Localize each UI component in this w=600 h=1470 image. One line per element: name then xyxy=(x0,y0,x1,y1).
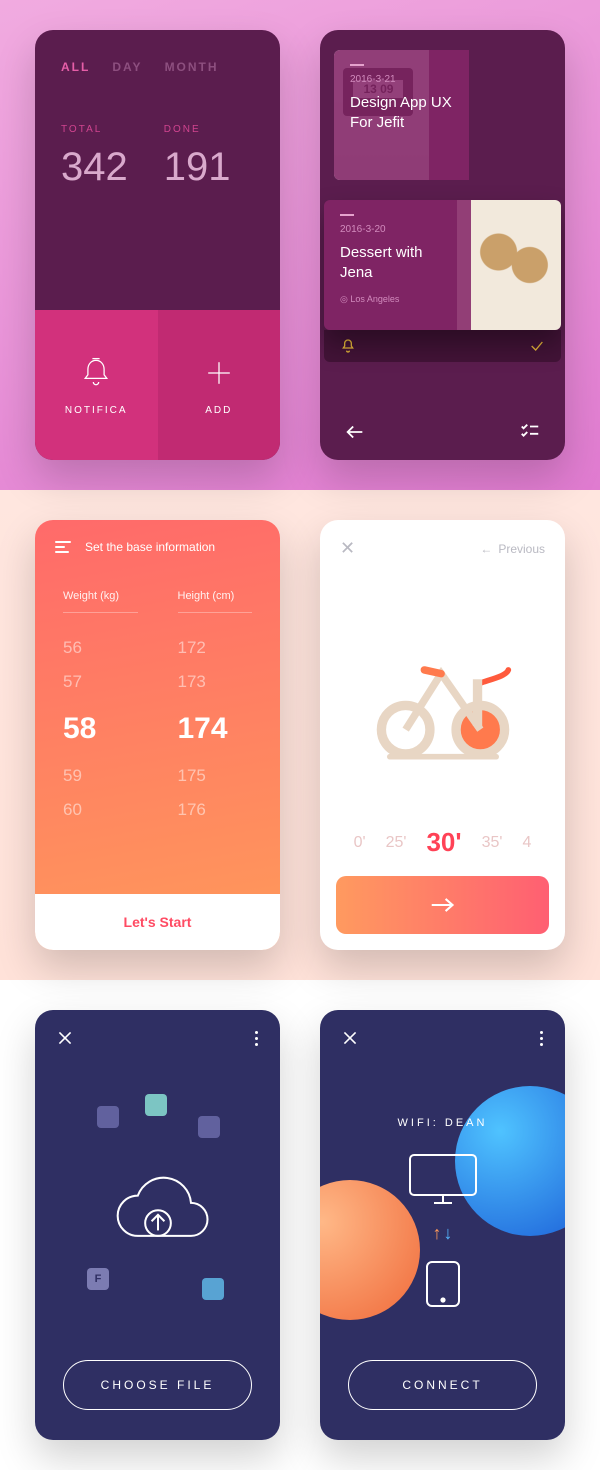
duration-selected[interactable]: 30' xyxy=(426,827,461,858)
more-icon[interactable] xyxy=(255,1031,258,1046)
bell-icon[interactable] xyxy=(340,338,356,354)
connect-button[interactable]: CONNECT xyxy=(348,1360,537,1410)
stat-done: DONE 191 xyxy=(164,124,231,190)
stats-card: ALL DAY MONTH TOTAL 342 DONE 191 NOTIFIC… xyxy=(35,30,280,460)
task-date: 2016-3-21 xyxy=(350,74,453,85)
height-selected[interactable]: 174 xyxy=(178,699,253,759)
height-option[interactable]: 175 xyxy=(178,759,253,793)
arrow-right-icon xyxy=(430,896,456,914)
weight-option[interactable]: 57 xyxy=(63,665,138,699)
task-title: Dessert with Jena xyxy=(340,243,455,284)
connect-card: WIFI: DEAN ↑↓ CONNECT xyxy=(320,1010,565,1440)
duration-option[interactable]: 0' xyxy=(354,834,366,852)
checklist-icon[interactable] xyxy=(519,421,541,443)
start-button[interactable]: Let's Start xyxy=(35,894,280,950)
task-thumbnail xyxy=(457,200,561,330)
bell-icon xyxy=(78,355,114,391)
back-icon[interactable] xyxy=(344,421,366,443)
weight-option[interactable]: 59 xyxy=(63,759,138,793)
stat-total: TOTAL 342 xyxy=(61,124,128,190)
file-tile-icon: F xyxy=(87,1268,109,1290)
add-button[interactable]: ADD xyxy=(158,310,281,460)
add-label: ADD xyxy=(205,405,232,416)
stat-done-label: DONE xyxy=(164,124,231,135)
more-icon[interactable] xyxy=(540,1031,543,1046)
duration-option[interactable]: 35' xyxy=(482,834,503,852)
stat-total-label: TOTAL xyxy=(61,124,128,135)
task-item[interactable]: 2016-3-21 Design App UX For Jefit xyxy=(334,50,551,180)
height-label: Height (cm) xyxy=(178,590,253,613)
notifications-label: NOTIFICA xyxy=(65,405,128,416)
file-tile-icon xyxy=(198,1116,220,1138)
card-title: Set the base information xyxy=(85,540,215,554)
file-tile-icon xyxy=(202,1278,224,1300)
upload-card: F CHOOSE FILE xyxy=(35,1010,280,1440)
duration-option[interactable]: 4 xyxy=(522,834,531,852)
close-icon[interactable]: ✕ xyxy=(340,538,355,559)
weight-option[interactable]: 56 xyxy=(63,631,138,665)
check-icon[interactable] xyxy=(529,338,545,354)
tab-day[interactable]: DAY xyxy=(112,60,142,74)
monitor-icon xyxy=(404,1149,482,1209)
tasks-card: 2016-3-21 Design App UX For Jefit 2016-3… xyxy=(320,30,565,460)
tablet-icon xyxy=(423,1258,463,1310)
duration-option[interactable]: 25' xyxy=(386,834,407,852)
file-tile-icon xyxy=(97,1106,119,1128)
wifi-label: WIFI: DEAN xyxy=(398,1117,488,1129)
previous-button[interactable]: ← Previous xyxy=(480,542,545,556)
task-item[interactable]: 2016-3-20 Dessert with Jena ◎ Los Angele… xyxy=(324,200,561,330)
workout-card: ✕ ← Previous 0' 25' 30' 35' 4 xyxy=(320,520,565,950)
weight-label: Weight (kg) xyxy=(63,590,138,613)
tab-all[interactable]: ALL xyxy=(61,60,90,74)
next-button[interactable] xyxy=(336,876,549,934)
weight-option[interactable]: 60 xyxy=(63,793,138,827)
cloud-upload-icon xyxy=(103,1168,213,1258)
stat-done-value: 191 xyxy=(164,145,231,190)
menu-icon[interactable] xyxy=(55,541,71,553)
task-action-bar xyxy=(324,330,561,362)
weight-selected[interactable]: 58 xyxy=(63,699,138,759)
bike-illustration xyxy=(320,577,565,817)
range-tabs: ALL DAY MONTH xyxy=(35,30,280,84)
weight-picker[interactable]: Weight (kg) 56 57 58 59 60 xyxy=(63,590,138,827)
height-picker[interactable]: Height (cm) 172 173 174 175 176 xyxy=(178,590,253,827)
plus-icon xyxy=(201,355,237,391)
task-location: ◎ Los Angeles xyxy=(340,294,455,305)
notifications-button[interactable]: NOTIFICA xyxy=(35,310,158,460)
close-icon[interactable] xyxy=(57,1030,73,1046)
stat-total-value: 342 xyxy=(61,145,128,190)
transfer-arrows-icon: ↑↓ xyxy=(433,1223,453,1244)
height-option[interactable]: 173 xyxy=(178,665,253,699)
duration-picker[interactable]: 0' 25' 30' 35' 4 xyxy=(320,817,565,876)
height-option[interactable]: 176 xyxy=(178,793,253,827)
choose-file-button[interactable]: CHOOSE FILE xyxy=(63,1360,252,1410)
file-tile-icon xyxy=(145,1094,167,1116)
base-info-card: Set the base information Weight (kg) 56 … xyxy=(35,520,280,950)
tab-month[interactable]: MONTH xyxy=(165,60,219,74)
task-title: Design App UX For Jefit xyxy=(350,93,453,134)
height-option[interactable]: 172 xyxy=(178,631,253,665)
task-date: 2016-3-20 xyxy=(340,224,455,235)
close-icon[interactable] xyxy=(342,1030,358,1046)
